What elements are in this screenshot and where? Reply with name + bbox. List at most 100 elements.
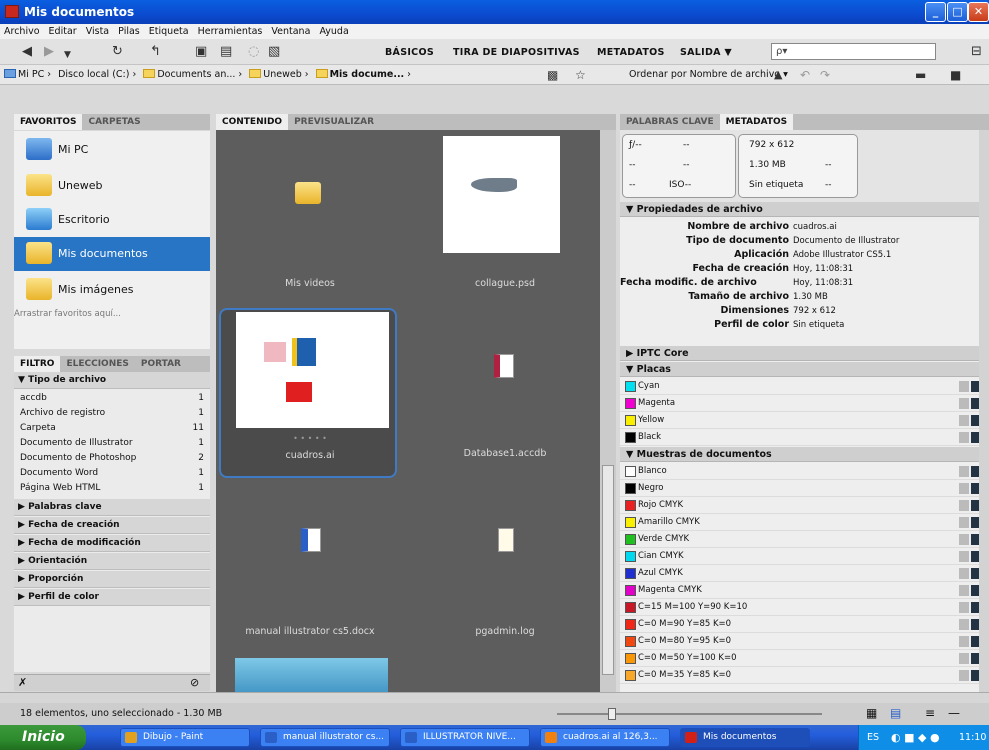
task-cuadros-ai[interactable]: cuadros.ai al 126,3...: [540, 728, 670, 747]
output-icon[interactable]: ▧: [268, 45, 280, 59]
filter-section-orientacion[interactable]: ▶ Orientación: [14, 553, 210, 570]
start-button[interactable]: Inicio: [0, 725, 86, 750]
rotate-left-icon[interactable]: ↶: [800, 68, 810, 82]
file-thumbnail[interactable]: Database1.accdb: [416, 308, 594, 478]
minimize-button[interactable]: _: [925, 2, 946, 22]
sort-dropdown[interactable]: Ordenar por Nombre de archivo ▾: [629, 69, 788, 80]
filter-row[interactable]: Documento Word 1: [14, 466, 210, 480]
title-bar[interactable]: Mis documentos _ □ ✕: [0, 0, 989, 24]
maximize-button[interactable]: □: [947, 2, 968, 22]
file-thumbnail[interactable]: collague.psd: [416, 132, 594, 302]
task-manual-illustrator[interactable]: manual illustrator cs...: [260, 728, 390, 747]
filter-section-tipo-archivo[interactable]: ▼ Tipo de archivo: [14, 372, 210, 389]
favorite-mi-pc[interactable]: Mi PC: [14, 133, 210, 167]
filter-row[interactable]: Documento de Photoshop 2: [14, 451, 210, 465]
grid-view-icon[interactable]: ▦: [866, 706, 877, 720]
workspace-tira-diapositivas[interactable]: TIRA DE DIAPOSITIVAS: [453, 47, 580, 58]
menu-etiqueta[interactable]: Etiqueta: [149, 26, 189, 37]
list-view-alt-icon[interactable]: —: [948, 706, 960, 720]
task-illustrator-nivel[interactable]: ILLUSTRATOR NIVE...: [400, 728, 530, 747]
tab-exportar[interactable]: PORTAR: [135, 356, 187, 372]
clear-filter-icon[interactable]: ⊘: [190, 676, 199, 689]
swatch-name: C=0 M=80 Y=95 K=0: [638, 636, 732, 646]
details-view-icon[interactable]: ▤: [890, 706, 901, 720]
search-input[interactable]: ρ▾: [771, 43, 936, 60]
close-button[interactable]: ✕: [968, 2, 989, 22]
workspace-salida[interactable]: SALIDA ▼: [680, 47, 732, 58]
tab-previsualizar[interactable]: PREVISUALIZAR: [288, 114, 380, 130]
filter-by-rating-icon[interactable]: ☆: [575, 68, 586, 82]
favorite-escritorio[interactable]: Escritorio: [14, 203, 210, 237]
sort-ascending-icon[interactable]: ▲: [774, 68, 782, 82]
tab-filtro[interactable]: FILTRO: [14, 356, 61, 372]
tab-favoritos[interactable]: FAVORITOS: [14, 114, 83, 130]
rotate-right-icon[interactable]: ↷: [820, 68, 830, 82]
trash-icon[interactable]: ■: [950, 68, 961, 82]
plate-row: Black: [620, 429, 989, 446]
slider-handle[interactable]: [608, 708, 616, 720]
filter-row[interactable]: Archivo de registro 1: [14, 406, 210, 420]
filter-row[interactable]: Documento de Illustrator 1: [14, 436, 210, 450]
section-muestras-documentos[interactable]: ▼ Muestras de documentos: [620, 447, 989, 462]
section-iptc-core[interactable]: ▶ IPTC Core: [620, 346, 989, 361]
list-view-icon[interactable]: ≡: [925, 706, 935, 720]
section-propiedades-archivo[interactable]: ▼ Propiedades de archivo: [620, 202, 989, 217]
menu-archivo[interactable]: Archivo: [4, 26, 40, 37]
parent-folder-icon[interactable]: ↰: [150, 45, 161, 59]
filter-section-palabras-clave[interactable]: ▶ Palabras clave: [14, 499, 210, 516]
favorite-mis-documentos[interactable]: Mis documentos: [14, 237, 210, 271]
metadata-scrollbar[interactable]: [979, 130, 989, 692]
menu-herramientas[interactable]: Herramientas: [198, 26, 263, 37]
thumbnail-size-slider[interactable]: [557, 713, 822, 715]
filter-row[interactable]: accdb 1: [14, 391, 210, 405]
refine-icon[interactable]: ▤: [220, 45, 232, 59]
file-thumbnail-partial[interactable]: [235, 658, 388, 692]
recent-folder-icon[interactable]: ↻: [112, 45, 123, 59]
task-mis-documentos[interactable]: Mis documentos: [680, 728, 810, 747]
breadcrumb-mis-documentos[interactable]: Mis docume... ›: [315, 69, 411, 80]
tab-carpetas[interactable]: CARPETAS: [82, 114, 146, 130]
menu-pilas[interactable]: Pilas: [118, 26, 140, 37]
breadcrumb-mi-pc[interactable]: Mi PC ›: [4, 69, 51, 80]
pin-icon[interactable]: ✗: [18, 676, 27, 689]
workspace-metadatos[interactable]: METADATOS: [597, 47, 665, 58]
open-in-camera-raw-icon[interactable]: ◌: [248, 45, 259, 59]
breadcrumb-documents[interactable]: Documents an... ›: [143, 69, 242, 80]
tab-colecciones[interactable]: ELECCIONES: [60, 356, 134, 372]
menu-ventana[interactable]: Ventana: [271, 26, 310, 37]
new-folder-icon[interactable]: ▬: [915, 68, 926, 82]
favorite-uneweb[interactable]: Uneweb: [14, 169, 210, 203]
task-dibujo-paint[interactable]: Dibujo - Paint: [120, 728, 250, 747]
menu-editar[interactable]: Editar: [49, 26, 77, 37]
quality-options-icon[interactable]: ▩: [547, 68, 558, 82]
compact-mode-icon[interactable]: ⊟: [971, 45, 982, 59]
history-dropdown-icon[interactable]: ▼: [64, 48, 71, 62]
breadcrumb-disco-local[interactable]: Disco local (C:) ›: [58, 69, 136, 80]
forward-arrow-icon[interactable]: ▶: [44, 45, 54, 59]
filter-section-perfil-color[interactable]: ▶ Perfil de color: [14, 589, 210, 606]
filter-row[interactable]: Página Web HTML 1: [14, 481, 210, 495]
language-indicator[interactable]: ES: [867, 725, 879, 750]
file-thumbnail[interactable]: Mis videos: [221, 132, 399, 302]
workspace-basicos[interactable]: BÁSICOS: [385, 47, 434, 58]
filter-section-fecha-creacion[interactable]: ▶ Fecha de creación: [14, 517, 210, 534]
favorite-mis-imagenes[interactable]: Mis imágenes: [14, 273, 210, 307]
menu-ayuda[interactable]: Ayuda: [319, 26, 348, 37]
filter-section-proporcion[interactable]: ▶ Proporción: [14, 571, 210, 588]
file-thumbnail-selected[interactable]: • • • • • cuadros.ai: [219, 308, 397, 478]
tab-contenido[interactable]: CONTENIDO: [216, 114, 289, 130]
swatch-name: Blanco: [638, 466, 667, 476]
menu-vista[interactable]: Vista: [86, 26, 109, 37]
tray-icons[interactable]: ◐ ■ ◆ ●: [891, 725, 940, 750]
file-thumbnail[interactable]: pgadmin.log: [416, 480, 594, 650]
filter-row[interactable]: Carpeta 11: [14, 421, 210, 435]
breadcrumb-uneweb[interactable]: Uneweb ›: [249, 69, 309, 80]
tab-palabras-clave[interactable]: PALABRAS CLAVE: [620, 114, 720, 130]
section-placas[interactable]: ▼ Placas: [620, 362, 989, 377]
camera-get-photos-icon[interactable]: ▣: [195, 45, 207, 59]
filter-section-fecha-modificacion[interactable]: ▶ Fecha de modificación: [14, 535, 210, 552]
file-thumbnail[interactable]: manual illustrator cs5.docx: [221, 480, 399, 650]
content-scrollbar[interactable]: [600, 130, 616, 692]
back-arrow-icon[interactable]: ◀: [22, 45, 32, 59]
tab-metadatos[interactable]: METADATOS: [719, 114, 794, 130]
